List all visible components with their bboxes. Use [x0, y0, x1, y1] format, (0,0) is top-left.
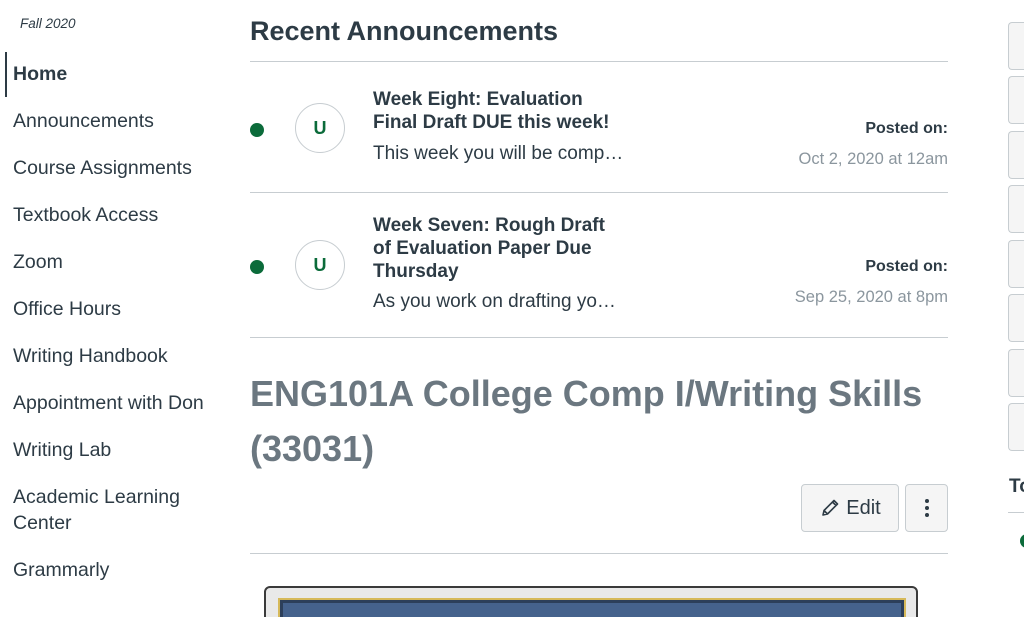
kebab-menu-icon: [924, 499, 929, 517]
pencil-icon: [822, 499, 839, 516]
sidebar-button[interactable]: [1008, 403, 1024, 451]
right-sidebar: To: [1008, 0, 1024, 617]
nav-item-announcements[interactable]: Announcements: [0, 99, 215, 144]
sidebar-button[interactable]: [1008, 185, 1024, 233]
nav-item-textbook-access[interactable]: Textbook Access: [0, 193, 215, 238]
nav-item-course-assignments[interactable]: Course Assignments: [0, 146, 215, 191]
divider: [250, 553, 948, 554]
nav-item-writing-handbook[interactable]: Writing Handbook: [0, 334, 215, 379]
course-navigation: Fall 2020 Home Announcements Course Assi…: [0, 0, 215, 617]
nav-item-office-hours[interactable]: Office Hours: [0, 287, 215, 332]
sidebar-button[interactable]: [1008, 22, 1024, 70]
nav-item-home[interactable]: Home: [0, 52, 215, 97]
edit-button-label: Edit: [846, 496, 881, 519]
nav-item-zoom[interactable]: Zoom: [0, 240, 215, 285]
announcement-title[interactable]: Week Eight: Evaluation Final Draft DUE t…: [373, 88, 623, 134]
term-label: Fall 2020: [20, 16, 76, 31]
avatar[interactable]: U: [295, 103, 345, 153]
announcement-title[interactable]: Week Seven: Rough Draft of Evaluation Pa…: [373, 214, 623, 283]
nav-item-writing-lab[interactable]: Writing Lab: [0, 428, 215, 473]
divider: [250, 337, 948, 338]
posted-date: Sep 25, 2020 at 8pm: [794, 288, 948, 306]
todo-status-icon: [1020, 534, 1024, 548]
banner-image-content: [280, 600, 904, 617]
course-banner-image: [264, 586, 918, 617]
edit-button[interactable]: Edit: [801, 484, 899, 532]
avatar[interactable]: U: [295, 240, 345, 290]
unread-dot-icon: [250, 260, 264, 274]
sidebar-button[interactable]: [1008, 76, 1024, 124]
announcement-snippet: This week you will be comp…: [373, 143, 624, 164]
sidebar-button[interactable]: [1008, 131, 1024, 179]
announcement-snippet: As you work on drafting yo…: [373, 291, 616, 312]
sidebar-button[interactable]: [1008, 349, 1024, 397]
main-content: Recent Announcements U Week Eight: Evalu…: [250, 0, 948, 617]
unread-dot-icon: [250, 123, 264, 137]
posted-on-label: Posted on:: [865, 120, 948, 137]
more-options-button[interactable]: [905, 484, 948, 532]
posted-date: Oct 2, 2020 at 12am: [798, 150, 948, 168]
nav-item-academic-learning-center[interactable]: Academic Learning Center: [0, 475, 215, 546]
course-home-page: Fall 2020 Home Announcements Course Assi…: [0, 0, 1024, 617]
nav-item-grammarly[interactable]: Grammarly: [0, 548, 215, 593]
recent-announcements-heading: Recent Announcements: [250, 16, 559, 46]
nav-item-appointment[interactable]: Appointment with Don: [0, 381, 215, 426]
divider: [1008, 512, 1024, 513]
todo-heading: To: [1009, 476, 1024, 497]
sidebar-button[interactable]: [1008, 294, 1024, 342]
posted-on-label: Posted on:: [865, 258, 948, 275]
announcement-item: U Week Seven: Rough Draft of Evaluation …: [250, 193, 948, 337]
course-nav-list: Home Announcements Course Assignments Te…: [0, 52, 215, 595]
announcement-item: U Week Eight: Evaluation Final Draft DUE…: [250, 62, 948, 206]
course-title: ENG101A College Comp I/Writing Skills (3…: [250, 373, 923, 469]
sidebar-button[interactable]: [1008, 240, 1024, 288]
